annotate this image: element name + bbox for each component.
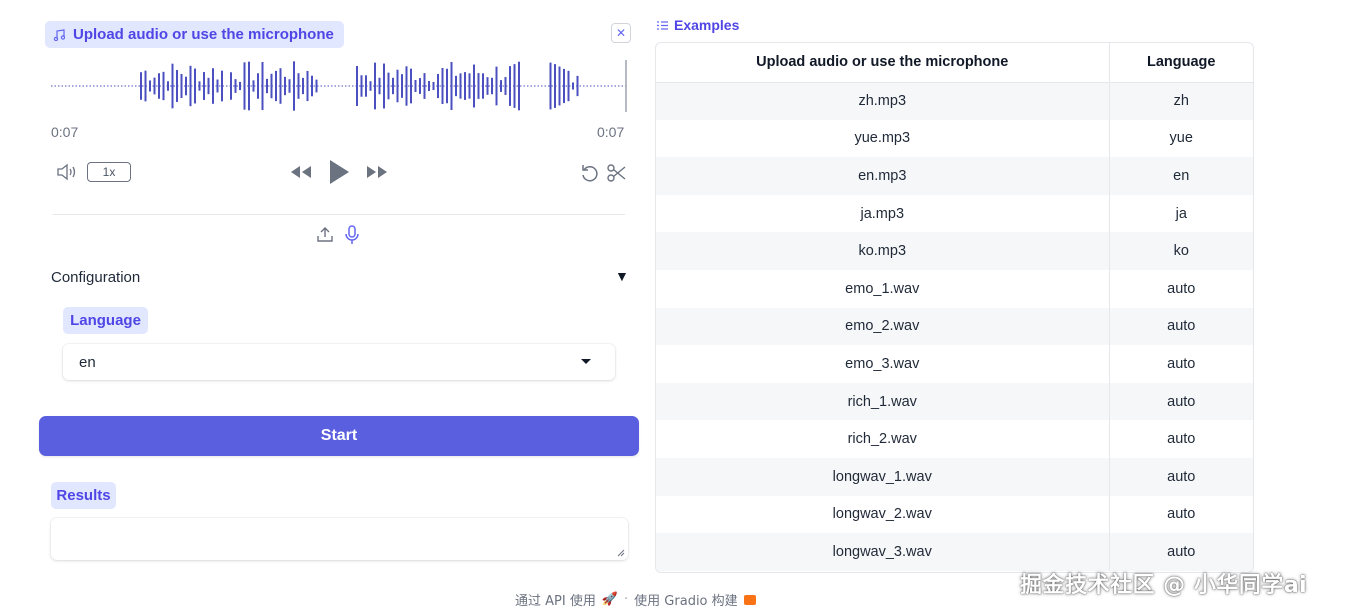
table-row[interactable]: ko.mp3 ko	[656, 232, 1253, 270]
language-dropdown[interactable]: en	[63, 344, 615, 380]
current-time: 0:07	[51, 124, 79, 140]
example-language-cell[interactable]: ja	[1109, 195, 1253, 233]
example-language-cell[interactable]: auto	[1109, 307, 1253, 346]
accordion-toggle-icon[interactable]: ▼	[615, 268, 629, 284]
volume-icon[interactable]	[55, 162, 79, 182]
language-label: Language	[63, 307, 148, 334]
resize-grip-icon[interactable]	[617, 549, 625, 557]
table-row[interactable]: en.mp3 en	[656, 157, 1253, 195]
example-audio-cell[interactable]: longwav_3.wav	[656, 533, 1110, 571]
table-row[interactable]: rich_1.wav auto	[656, 382, 1253, 421]
table-row[interactable]: emo_1.wav auto	[656, 269, 1253, 308]
list-icon	[657, 20, 668, 30]
example-language-cell[interactable]: yue	[1109, 120, 1253, 158]
example-language-cell[interactable]: auto	[1109, 382, 1253, 421]
total-duration: 0:07	[597, 124, 625, 140]
audio-waveform[interactable]	[51, 58, 627, 114]
example-audio-cell[interactable]: rich_1.wav	[656, 382, 1110, 421]
results-textbox[interactable]	[51, 518, 628, 560]
example-audio-cell[interactable]: emo_2.wav	[656, 307, 1110, 346]
example-audio-cell[interactable]: emo_1.wav	[656, 269, 1110, 308]
microphone-icon[interactable]	[343, 225, 361, 245]
playback-rate-button[interactable]: 1x	[87, 162, 131, 182]
example-language-cell[interactable]: en	[1109, 157, 1253, 195]
example-language-cell[interactable]: auto	[1109, 420, 1253, 458]
table-row[interactable]: longwav_2.wav auto	[656, 495, 1253, 534]
fast-forward-icon[interactable]	[364, 162, 390, 182]
upload-icon[interactable]	[316, 225, 334, 243]
example-language-cell[interactable]: auto	[1109, 457, 1253, 496]
example-audio-cell[interactable]: rich_2.wav	[656, 420, 1110, 458]
start-button[interactable]: Start	[39, 416, 639, 456]
examples-table: Upload audio or use the microphone Langu…	[655, 42, 1254, 573]
table-row[interactable]: yue.mp3 yue	[656, 119, 1253, 158]
table-row[interactable]: longwav_3.wav auto	[656, 533, 1253, 571]
example-language-cell[interactable]: auto	[1109, 496, 1253, 534]
example-audio-cell[interactable]: ko.mp3	[656, 232, 1110, 270]
table-row[interactable]: ja.mp3 ja	[656, 194, 1253, 233]
footer: 通过 API 使用 🚀 · 使用 Gradio 构建	[515, 590, 756, 609]
example-audio-cell[interactable]: emo_3.wav	[656, 345, 1110, 383]
use-via-api-link[interactable]: 通过 API 使用	[515, 590, 596, 609]
example-language-cell[interactable]: ko	[1109, 232, 1253, 270]
reset-icon[interactable]	[579, 162, 601, 184]
close-icon: ✕	[615, 26, 627, 40]
music-note-icon	[53, 28, 65, 41]
example-audio-cell[interactable]: yue.mp3	[656, 119, 1110, 158]
column-header-audio: Upload audio or use the microphone	[656, 43, 1110, 83]
table-row[interactable]: zh.mp3 zh	[656, 82, 1253, 120]
example-language-cell[interactable]: auto	[1109, 345, 1253, 383]
play-icon[interactable]	[326, 157, 352, 187]
audio-divider	[53, 214, 625, 215]
configuration-accordion-title[interactable]: Configuration	[51, 269, 140, 286]
dropdown-arrow-icon	[581, 359, 591, 364]
example-audio-cell[interactable]: longwav_1.wav	[656, 457, 1110, 496]
example-audio-cell[interactable]: ja.mp3	[656, 194, 1110, 233]
example-audio-cell[interactable]: zh.mp3	[656, 82, 1110, 120]
column-header-language: Language	[1109, 43, 1253, 83]
results-label: Results	[51, 482, 116, 509]
watermark: 掘金技术社区 @ 小华同学ai	[1020, 573, 1308, 598]
example-language-cell[interactable]: auto	[1109, 270, 1253, 308]
gradio-logo-icon	[743, 594, 756, 605]
table-row[interactable]: longwav_1.wav auto	[656, 457, 1253, 496]
examples-title: Examples	[674, 17, 740, 33]
example-language-cell[interactable]: zh	[1109, 82, 1253, 120]
rewind-icon[interactable]	[288, 162, 314, 182]
clear-audio-button[interactable]: ✕	[611, 23, 631, 43]
table-row[interactable]: rich_2.wav auto	[656, 420, 1253, 458]
rocket-icon: 🚀	[601, 592, 619, 607]
language-selected-value: en	[79, 353, 96, 371]
table-row[interactable]: emo_3.wav auto	[656, 345, 1253, 383]
example-language-cell[interactable]: auto	[1109, 533, 1253, 571]
table-row[interactable]: emo_2.wav auto	[656, 307, 1253, 346]
audio-input-label: Upload audio or use the microphone	[45, 21, 344, 48]
scissors-icon[interactable]	[606, 162, 628, 184]
examples-header: Examples	[657, 16, 739, 34]
footer-separator: ·	[624, 592, 629, 607]
example-audio-cell[interactable]: en.mp3	[656, 157, 1110, 195]
audio-input-label-text: Upload audio or use the microphone	[73, 26, 334, 43]
built-with-gradio-link[interactable]: 使用 Gradio 构建	[634, 590, 737, 609]
example-audio-cell[interactable]: longwav_2.wav	[656, 495, 1110, 534]
